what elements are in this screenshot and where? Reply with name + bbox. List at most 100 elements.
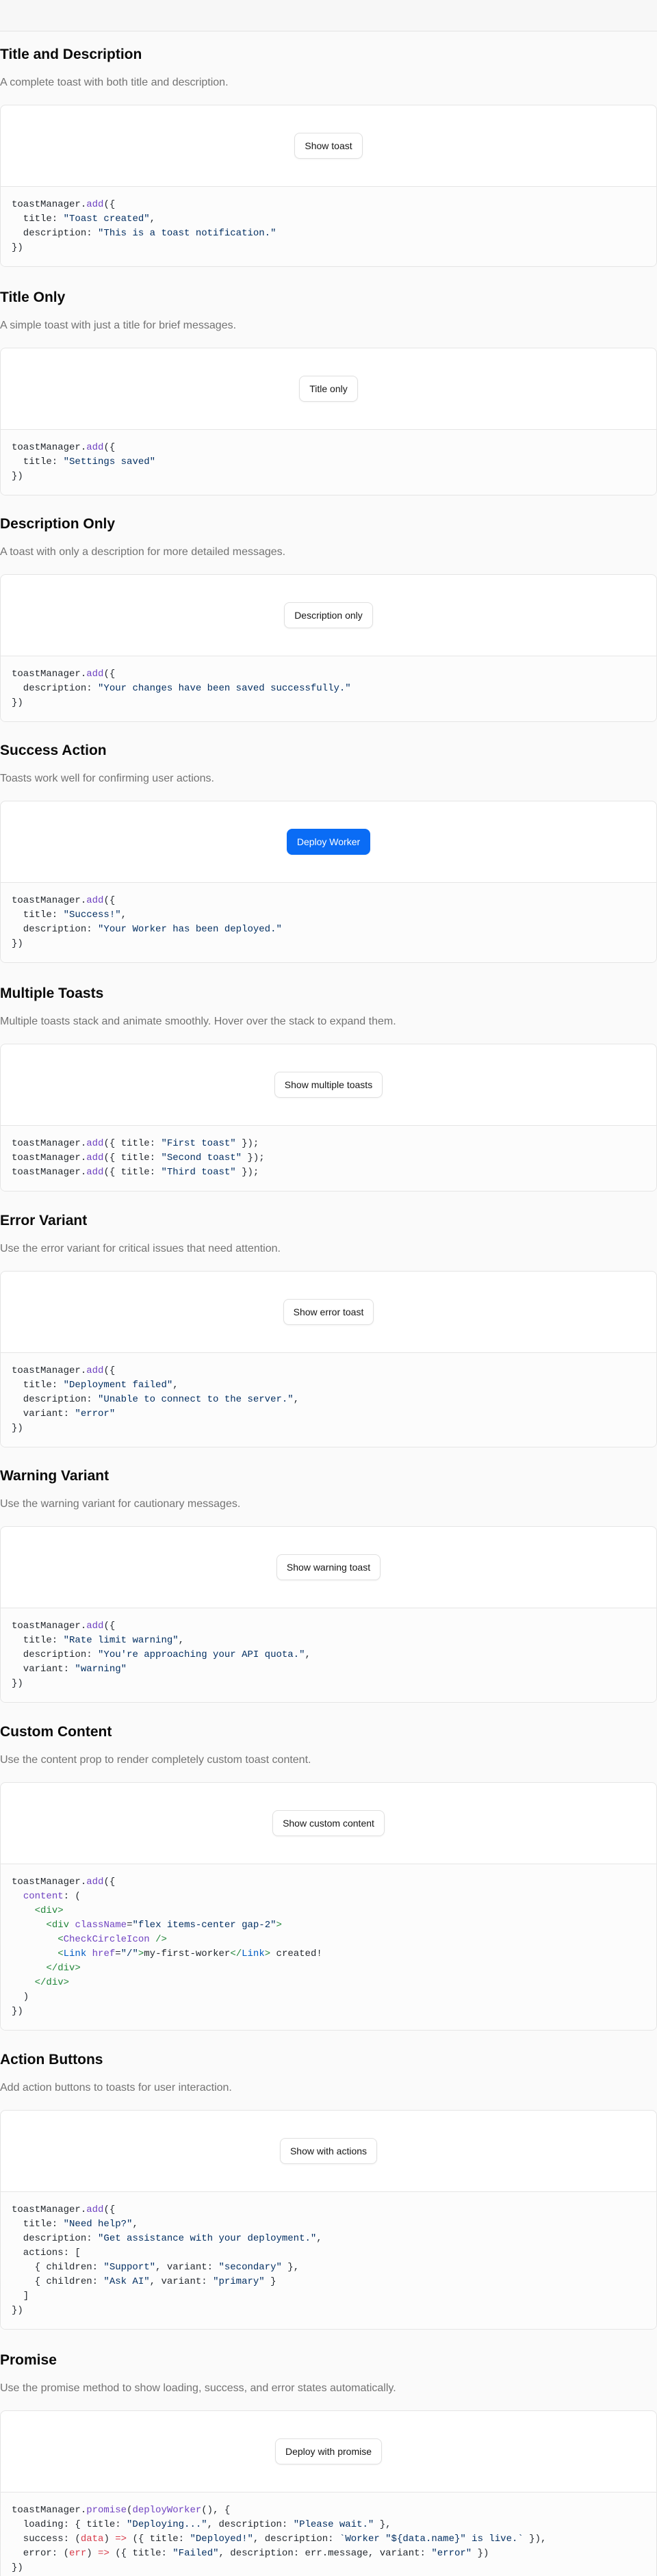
code-token: add (86, 2204, 104, 2215)
code-token: actions: [ (12, 2247, 81, 2258)
code-token: add (86, 669, 104, 680)
code-token: description: (12, 1394, 99, 1405)
example-card: Description only toastManager.add({ descr… (0, 574, 657, 722)
code-token: data (80, 2534, 104, 2545)
code-token: variant: (12, 1408, 75, 1419)
section-description: Use the content prop to render completel… (0, 1754, 311, 1766)
code-token: title: (12, 2219, 64, 2230)
code-token: Link (242, 1948, 265, 1959)
code-token: "Third toast" (161, 1167, 236, 1178)
code-line: <Link href="/">my-first-worker</Link> cr… (12, 1947, 645, 1961)
code-line: description: "Your Worker has been deplo… (12, 923, 645, 937)
code-token: }); (235, 1138, 259, 1149)
show-multiple-toasts-button[interactable]: Show multiple toasts (274, 1072, 383, 1098)
preview-area: Show with actions (1, 2111, 656, 2192)
code-token: my-first-worker (144, 1948, 231, 1959)
section-error-variant: Error Variant Use the error variant for c… (0, 1205, 657, 1447)
code-token: add (86, 442, 104, 453)
code-line: description: "Your changes have been sav… (12, 682, 645, 696)
show-error-toast-button[interactable]: Show error toast (283, 1299, 374, 1325)
code-token: { children: (12, 2262, 104, 2273)
code-token: add (86, 1621, 104, 1632)
code-token: add (86, 199, 104, 210)
code-block: toastManager.add({ title: "Rate limit wa… (1, 1608, 656, 1702)
code-token: ) (86, 2548, 99, 2559)
show-warning-toast-button[interactable]: Show warning toast (276, 1554, 381, 1580)
section-action-buttons: Action Buttons Add action buttons to toas… (0, 2044, 657, 2330)
code-line: toastManager.add({ (12, 667, 645, 682)
code-token: "error" (431, 2548, 472, 2559)
code-token: <div> (34, 1905, 64, 1916)
code-token: }) (12, 2006, 23, 2017)
code-token: "Unable to connect to the server." (98, 1394, 294, 1405)
code-line: }) (12, 696, 645, 710)
code-token: "Deployment failed" (63, 1380, 173, 1391)
section-description: A simple toast with just a title for bri… (0, 320, 237, 331)
code-block: toastManager.add({ title: "Deployment fa… (1, 1353, 656, 1447)
code-token: }) (12, 2305, 23, 2316)
preview-area: Show toast (1, 105, 656, 187)
code-block: toastManager.add({ title: "Need help?" , … (1, 2192, 656, 2329)
show-toast-button[interactable]: Show toast (294, 133, 363, 159)
code-token: </div> (46, 1963, 81, 1974)
code-token: ({ title: (103, 1152, 162, 1163)
code-line: title: "Rate limit warning", (12, 1634, 645, 1648)
code-token: toastManager. (12, 895, 87, 906)
code-token: "Rate limit warning" (63, 1635, 179, 1646)
preview-area: Show custom content (1, 1783, 656, 1864)
code-token: "Please wait." (293, 2519, 374, 2530)
code-token: , (132, 2219, 138, 2230)
code-token: , (149, 214, 156, 224)
code-token: , (178, 1635, 185, 1646)
description-only-button[interactable]: Description only (284, 602, 373, 628)
code-block: toastManager.add({ title: "First toast" … (1, 1126, 656, 1191)
show-with-actions-button[interactable]: Show with actions (279, 2138, 378, 2164)
code-token: deployWorker (132, 2505, 202, 2516)
code-token: content (23, 1891, 64, 1902)
code-token: add (86, 1167, 104, 1178)
code-token: "Your changes have been saved successful… (98, 683, 351, 694)
section-description: Use the warning variant for cautionary m… (0, 1498, 241, 1510)
code-token: description: (12, 228, 99, 239)
section-success-action: Success Action Toasts work well for confi… (0, 734, 657, 963)
code-token: /> (155, 1934, 167, 1945)
code-token: ({ (103, 1365, 116, 1376)
section-description-only: Description Only A toast with only a desc… (0, 508, 657, 722)
code-line: }) (12, 1677, 645, 1691)
code-token: : ( (63, 1891, 81, 1902)
show-custom-content-button[interactable]: Show custom content (272, 1810, 385, 1836)
code-token: toastManager. (12, 1877, 87, 1888)
code-line: actions: [ (12, 2246, 645, 2261)
code-token: > (264, 1948, 271, 1959)
section-warning-variant: Warning Variant Use the warning variant f… (0, 1460, 657, 1703)
code-line: }) (12, 937, 645, 951)
code-token: }) (12, 938, 23, 949)
code-token: "error" (75, 1408, 116, 1419)
deploy-with-promise-button[interactable]: Deploy with promise (274, 2438, 383, 2464)
code-token: add (86, 1138, 104, 1149)
code-token: ({ title: (109, 2548, 173, 2559)
section-title: Description Only (0, 516, 116, 532)
code-line: }) (12, 241, 645, 255)
code-token: , variant: (149, 2276, 214, 2287)
title-only-button[interactable]: Title only (299, 376, 358, 402)
code-token: toastManager. (12, 669, 87, 680)
code-line: toastManager.add({ title: "Third toast" … (12, 1165, 645, 1180)
code-token: </ (230, 1948, 242, 1959)
section-custom-content: Custom Content Use the content prop to re… (0, 1716, 657, 2031)
example-card: Show with actions toastManager.add({ titl… (0, 2110, 657, 2330)
deploy-worker-button[interactable]: Deploy Worker (286, 829, 371, 855)
code-line: title: "Deployment failed", (12, 1378, 645, 1393)
code-token: , description: (207, 2519, 294, 2530)
code-token: "Deployed!" (190, 2534, 253, 2545)
code-token: toastManager. (12, 1167, 87, 1178)
code-token: </div> (34, 1977, 70, 1988)
code-line: title: "Toast created", (12, 212, 645, 227)
code-block: toastManager.add({ description: "Your ch… (1, 656, 656, 721)
code-token: > (276, 1920, 282, 1931)
code-token: ] (12, 2291, 29, 2302)
